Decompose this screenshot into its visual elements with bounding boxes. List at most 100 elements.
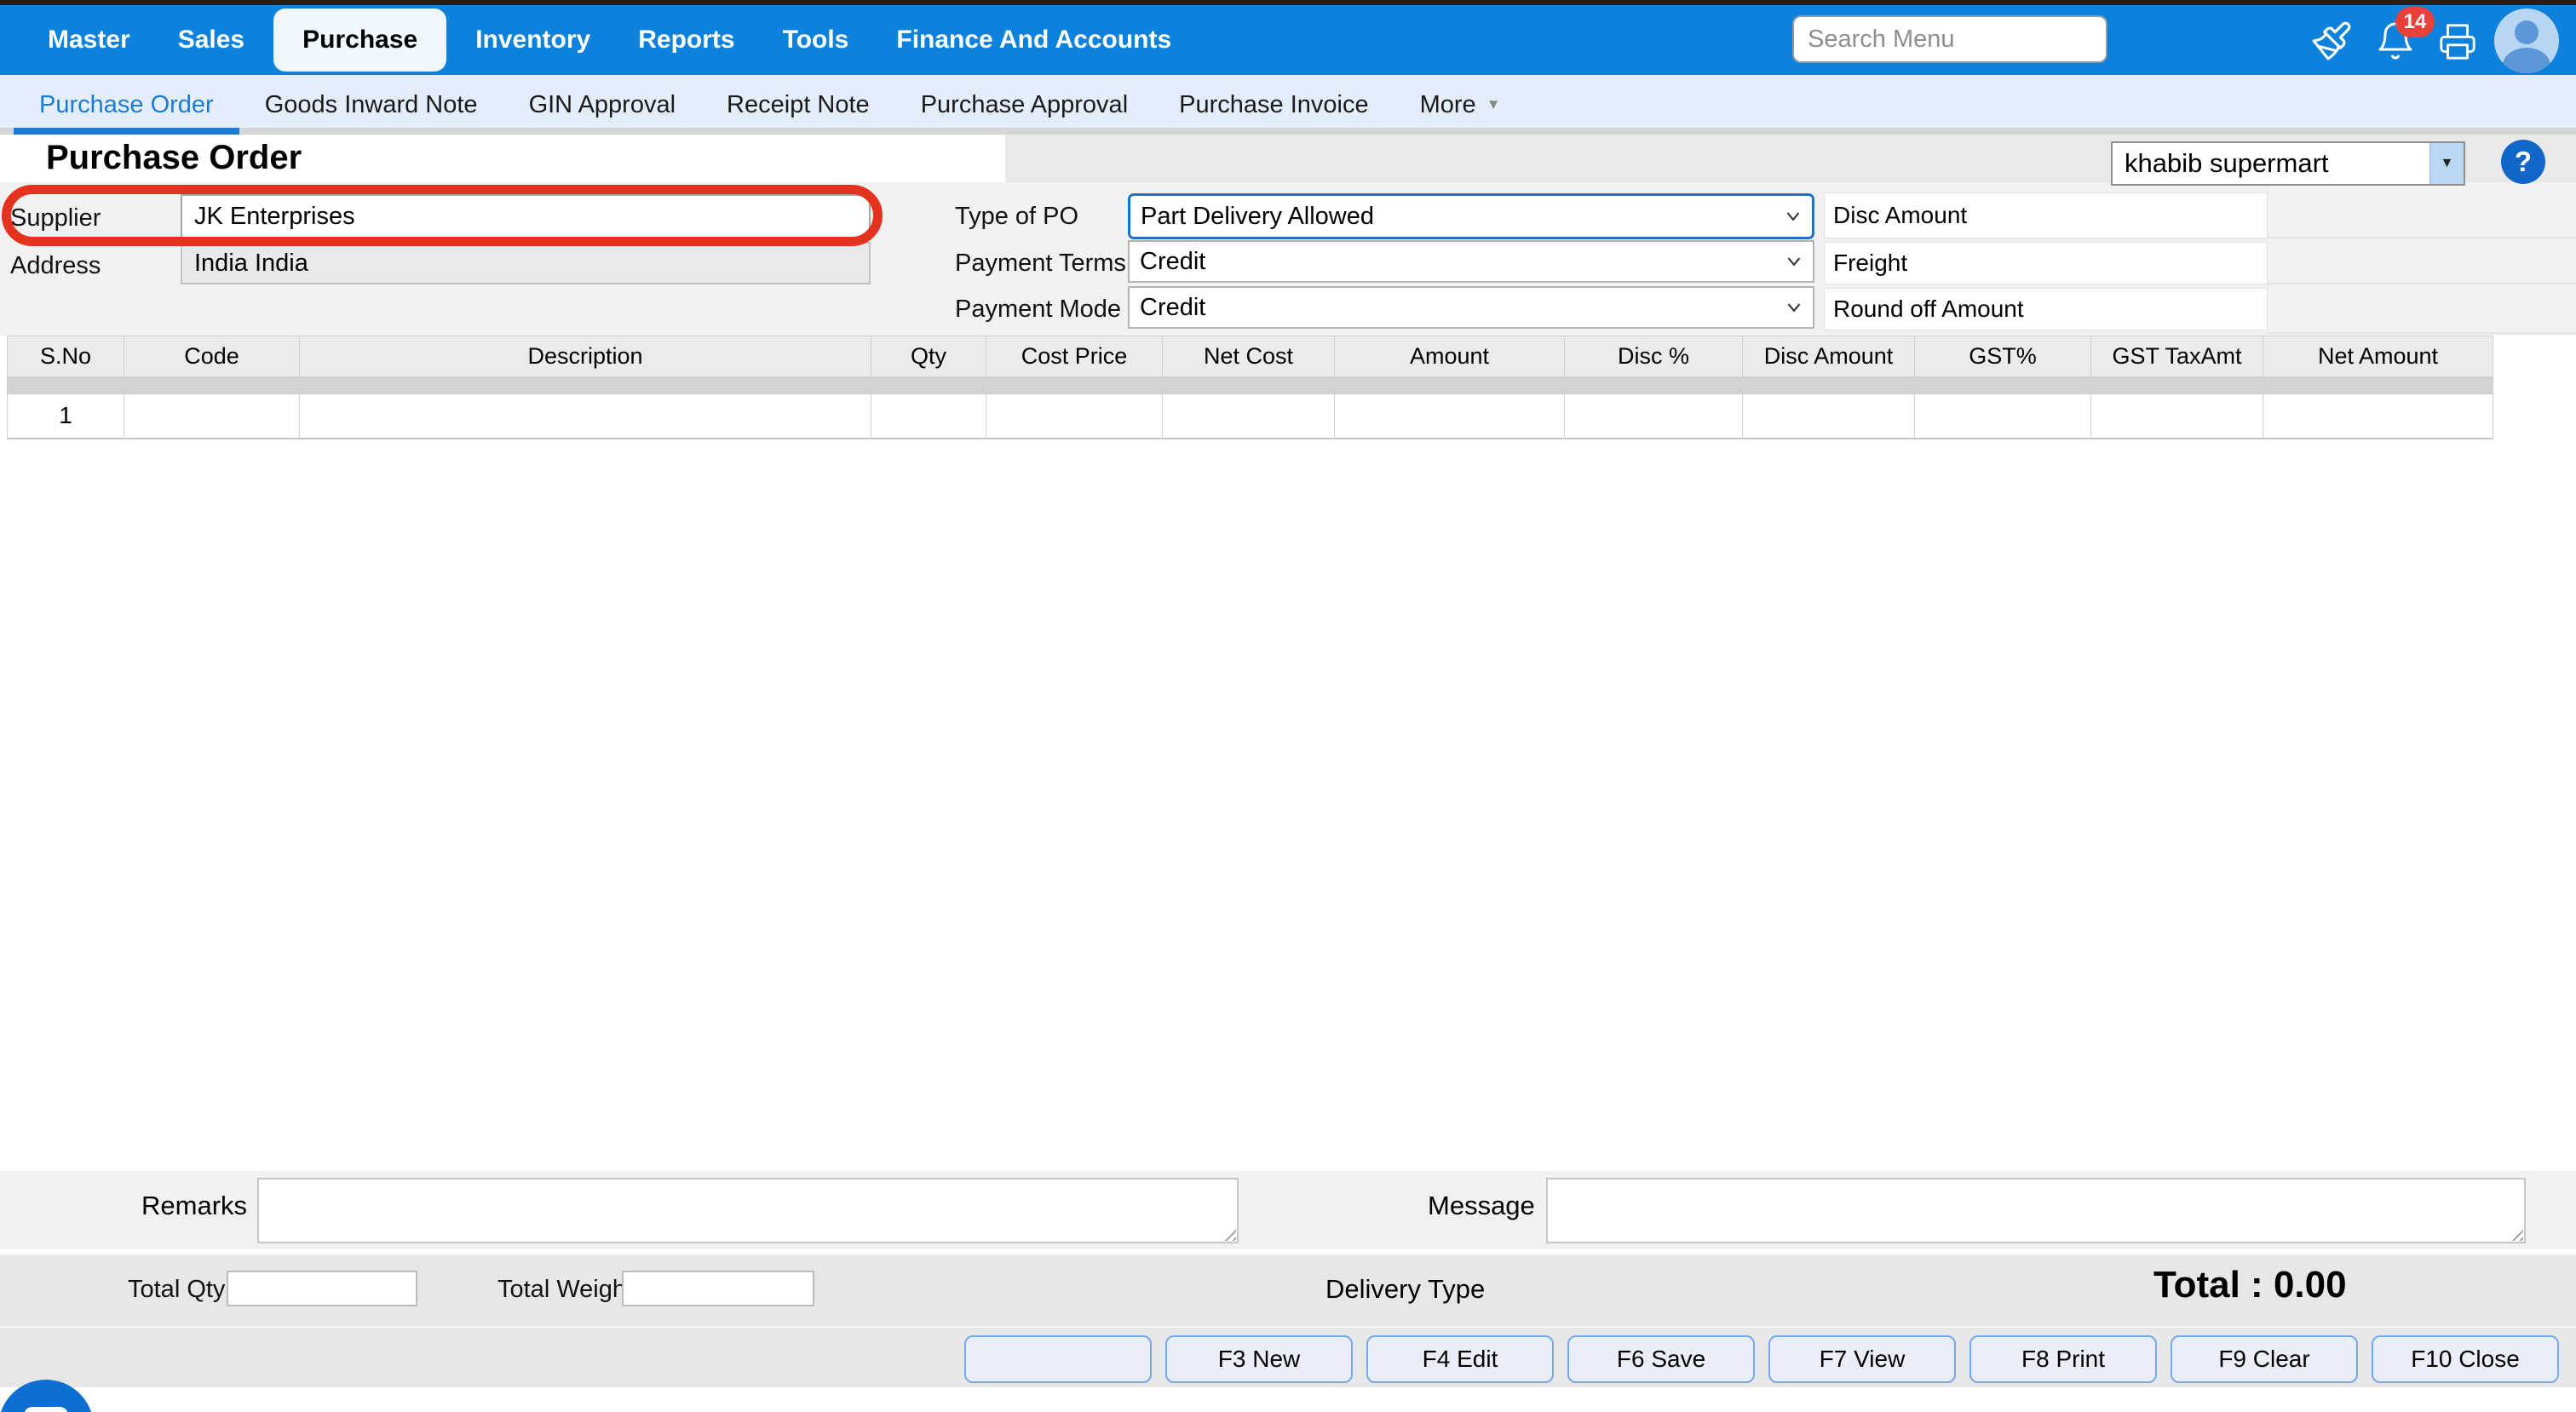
select-chevron-icon xyxy=(1775,296,1813,319)
remarks-label: Remarks xyxy=(141,1191,247,1221)
theme-brush-icon[interactable] xyxy=(2310,19,2353,67)
remarks-textarea[interactable] xyxy=(257,1178,1239,1243)
store-selector[interactable]: khabib supermart ▼ xyxy=(2111,141,2465,186)
payment-mode-value: Credit xyxy=(1130,294,1775,322)
cell-net-amount[interactable] xyxy=(2263,394,2493,439)
delivery-type-label: Delivery Type xyxy=(1325,1274,1485,1305)
col-cost-price: Cost Price xyxy=(986,336,1163,377)
col-gst-taxamt: GST TaxAmt xyxy=(2091,336,2263,377)
cell-cost-price[interactable] xyxy=(986,394,1163,439)
cell-sno: 1 xyxy=(8,394,124,439)
message-label: Message xyxy=(1428,1191,1535,1221)
payment-terms-label: Payment Terms xyxy=(955,250,1126,278)
col-disc-pct: Disc % xyxy=(1565,336,1743,377)
remarks-textarea-wrap xyxy=(257,1178,1239,1243)
address-label: Address xyxy=(10,252,101,280)
supplier-input[interactable] xyxy=(181,194,871,238)
search-menu-input[interactable] xyxy=(1792,15,2107,63)
f8-print-button[interactable]: F8 Print xyxy=(1969,1335,2157,1383)
cell-net-cost[interactable] xyxy=(1163,394,1335,439)
supplier-label: Supplier xyxy=(10,204,101,232)
help-icon[interactable]: ? xyxy=(2501,140,2545,184)
round-off-amount-field[interactable]: Round off Amount xyxy=(1824,288,2268,330)
purchase-order-page: Master Sales Purchase Inventory Reports … xyxy=(0,0,2576,1412)
col-net-amount: Net Amount xyxy=(2263,336,2493,377)
payment-mode-select[interactable]: Credit xyxy=(1128,286,1814,329)
charges-row-extension xyxy=(2268,182,2576,238)
cell-amount[interactable] xyxy=(1335,394,1565,439)
tab-more-label: More xyxy=(1420,91,1476,119)
cell-code[interactable] xyxy=(124,394,300,439)
tab-gin-approval[interactable]: GIN Approval xyxy=(503,75,701,135)
freight-field[interactable]: Freight xyxy=(1824,242,2268,284)
charges-row-extension xyxy=(2268,284,2576,334)
tab-receipt-note[interactable]: Receipt Note xyxy=(701,75,895,135)
tab-purchase-invoice[interactable]: Purchase Invoice xyxy=(1153,75,1394,135)
tab-purchase-approval[interactable]: Purchase Approval xyxy=(895,75,1153,135)
function-button-row: F3 New F4 Edit F6 Save F7 View F8 Print … xyxy=(964,1335,2559,1383)
tab-purchase-order[interactable]: Purchase Order xyxy=(14,75,239,135)
user-avatar[interactable] xyxy=(2494,9,2559,73)
payment-mode-label: Payment Mode xyxy=(955,296,1121,324)
total-weight-input[interactable] xyxy=(622,1271,814,1306)
po-items-table: S.No Code Description Qty Cost Price Net… xyxy=(7,336,2493,439)
f9-clear-button[interactable]: F9 Clear xyxy=(2171,1335,2358,1383)
tab-more[interactable]: More ▼ xyxy=(1394,75,1527,135)
f3-new-button[interactable]: F3 New xyxy=(1165,1335,1353,1383)
table-header-row: S.No Code Description Qty Cost Price Net… xyxy=(8,336,2493,377)
disc-amount-label: Disc Amount xyxy=(1825,202,1967,229)
payment-terms-select[interactable]: Credit xyxy=(1128,240,1814,283)
chat-bubble-icon xyxy=(24,1407,68,1412)
cell-disc-pct[interactable] xyxy=(1565,394,1743,439)
select-chevron-icon xyxy=(1774,205,1812,227)
cell-gst-pct[interactable] xyxy=(1915,394,2091,439)
nav-item-reports[interactable]: Reports xyxy=(614,5,758,75)
f4-edit-button[interactable]: F4 Edit xyxy=(1366,1335,1554,1383)
cell-qty[interactable] xyxy=(871,394,986,439)
avatar-body-shape xyxy=(2503,48,2550,73)
main-nav: Master Sales Purchase Inventory Reports … xyxy=(0,5,2576,75)
col-qty: Qty xyxy=(871,336,986,377)
type-of-po-select[interactable]: Part Delivery Allowed xyxy=(1128,193,1814,239)
col-gst-pct: GST% xyxy=(1915,336,2091,377)
address-input[interactable] xyxy=(181,242,871,284)
nav-item-sales[interactable]: Sales xyxy=(154,5,268,75)
nav-item-finance-and-accounts[interactable]: Finance And Accounts xyxy=(872,5,1195,75)
select-chevron-icon xyxy=(1775,250,1813,273)
nav-item-master[interactable]: Master xyxy=(24,5,154,75)
f7-view-button[interactable]: F7 View xyxy=(1768,1335,1956,1383)
table-spacer-row xyxy=(8,377,2493,394)
col-sno: S.No xyxy=(8,336,124,377)
type-of-po-value: Part Delivery Allowed xyxy=(1130,203,1774,231)
nav-item-tools[interactable]: Tools xyxy=(759,5,873,75)
col-amount: Amount xyxy=(1335,336,1565,377)
store-selector-arrow-icon[interactable]: ▼ xyxy=(2429,143,2464,184)
print-icon[interactable] xyxy=(2438,22,2477,66)
nav-item-purchase[interactable]: Purchase xyxy=(273,9,446,72)
grand-total-label: Total : xyxy=(2153,1264,2263,1306)
col-description: Description xyxy=(300,336,871,377)
col-code: Code xyxy=(124,336,300,377)
cell-disc-amount[interactable] xyxy=(1743,394,1915,439)
total-qty-label: Total Qty xyxy=(128,1276,225,1304)
chevron-down-icon: ▼ xyxy=(1486,96,1501,113)
purchase-subtabs: Purchase Order Goods Inward Note GIN App… xyxy=(0,75,2576,135)
table-row[interactable]: 1 xyxy=(8,394,2493,439)
col-net-cost: Net Cost xyxy=(1163,336,1335,377)
f10-close-button[interactable]: F10 Close xyxy=(2372,1335,2559,1383)
cell-gst-taxamt[interactable] xyxy=(2091,394,2263,439)
avatar-head-shape xyxy=(2515,20,2539,44)
message-textarea-wrap xyxy=(1546,1178,2526,1243)
message-textarea[interactable] xyxy=(1546,1178,2526,1243)
grand-total: Total : 0.00 xyxy=(2153,1264,2347,1306)
disc-amount-field[interactable]: Disc Amount xyxy=(1824,192,2268,238)
nav-item-inventory[interactable]: Inventory xyxy=(451,5,614,75)
type-of-po-label: Type of PO xyxy=(955,203,1078,231)
cell-description[interactable] xyxy=(300,394,871,439)
blank-function-button[interactable] xyxy=(964,1335,1152,1383)
total-qty-input[interactable] xyxy=(227,1271,417,1306)
tab-goods-inward-note[interactable]: Goods Inward Note xyxy=(239,75,503,135)
f6-save-button[interactable]: F6 Save xyxy=(1567,1335,1755,1383)
store-selector-value: khabib supermart xyxy=(2113,148,2429,179)
payment-terms-value: Credit xyxy=(1130,248,1775,276)
